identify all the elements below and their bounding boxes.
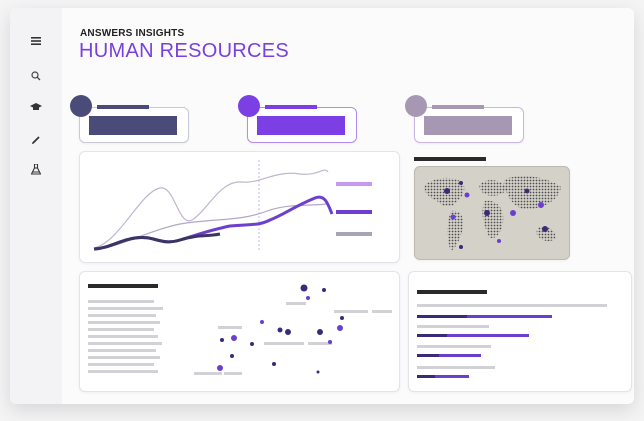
page-eyebrow: ANSWERS INSIGHTS — [80, 28, 185, 39]
flask-icon — [31, 163, 41, 175]
card-title-bar — [417, 290, 487, 294]
graduation-cap-icon — [30, 103, 42, 110]
text-line — [88, 321, 160, 324]
map-marker — [497, 239, 501, 243]
bar-track — [417, 325, 489, 328]
main-content: ANSWERS INSIGHTS HUMAN RESOURCES — [62, 8, 634, 404]
sidebar-item-lab[interactable] — [10, 158, 62, 180]
map-marker — [459, 245, 463, 249]
text-line — [88, 356, 160, 359]
search-icon — [31, 71, 41, 81]
kpi-card-2[interactable] — [238, 94, 357, 143]
world-map-card[interactable] — [414, 166, 570, 260]
map-marker — [542, 226, 548, 232]
map-marker — [510, 210, 516, 216]
text-line — [88, 307, 163, 310]
map-marker — [464, 192, 470, 198]
sidebar-item-menu[interactable] — [10, 30, 62, 52]
kpi-label-line — [265, 105, 317, 109]
scatter-plot — [194, 284, 392, 375]
text-line — [88, 349, 156, 352]
trend-chart — [93, 160, 334, 252]
map-marker — [459, 181, 463, 185]
kpi-card-frame — [414, 107, 524, 143]
bar-track — [417, 345, 491, 348]
map-marker — [484, 210, 490, 216]
bar-list-card[interactable] — [408, 271, 632, 392]
bar-fill-dark — [417, 354, 439, 357]
bar-fill-dark — [417, 375, 435, 378]
text-line — [88, 370, 158, 373]
bar-fill-dark — [417, 334, 447, 337]
text-line — [88, 300, 154, 303]
series-primary-line — [93, 195, 334, 251]
kpi-dot — [70, 95, 92, 117]
kpi-value-bar — [424, 116, 512, 135]
text-line — [88, 328, 154, 331]
sidebar-item-learning[interactable] — [10, 96, 62, 118]
kpi-dot — [405, 95, 427, 117]
map-marker — [444, 188, 450, 194]
kpi-card-frame — [247, 107, 357, 143]
map-marker — [524, 188, 530, 194]
kpi-label-line — [97, 105, 149, 109]
legend-swatch-3 — [336, 232, 372, 236]
legend-swatch-1 — [336, 182, 372, 186]
world-map — [424, 176, 561, 251]
sidebar-item-edit[interactable] — [10, 129, 62, 151]
legend-swatch-2 — [336, 210, 372, 214]
map-title-bar — [414, 157, 486, 161]
app-window: ANSWERS INSIGHTS HUMAN RESOURCES — [10, 8, 634, 404]
kpi-card-frame — [79, 107, 189, 143]
pen-icon — [32, 136, 40, 144]
series-middle-line — [93, 203, 329, 251]
text-line — [88, 342, 162, 345]
trend-chart-card[interactable] — [79, 151, 400, 263]
map-marker — [450, 214, 456, 220]
card-title-bar — [88, 284, 158, 288]
scatter-card[interactable] — [79, 271, 400, 392]
text-line — [88, 314, 156, 317]
text-line — [88, 363, 154, 366]
kpi-value-bar — [257, 116, 345, 135]
text-line — [88, 335, 158, 338]
sidebar — [10, 8, 63, 404]
bar-fill-dark — [417, 315, 467, 318]
kpi-value-bar — [89, 116, 177, 135]
kpi-label-line — [432, 105, 484, 109]
kpi-card-1[interactable] — [70, 94, 189, 143]
menu-icon — [31, 37, 41, 45]
bar-track — [417, 304, 607, 307]
kpi-dot — [238, 95, 260, 117]
page-title: HUMAN RESOURCES — [79, 40, 290, 62]
map-marker — [538, 202, 544, 208]
kpi-card-3[interactable] — [405, 94, 524, 143]
bar-track — [417, 366, 495, 369]
sidebar-item-search[interactable] — [10, 65, 62, 87]
